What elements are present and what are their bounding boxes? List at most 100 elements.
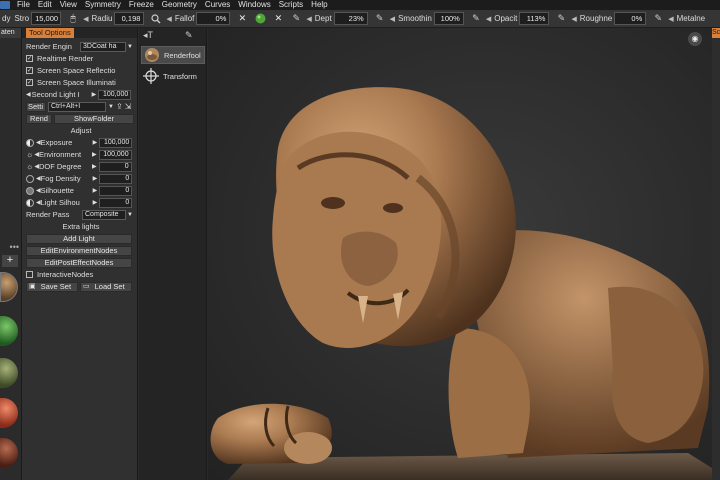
realtime-render-row[interactable]: ✓ Realtime Render [26,53,136,64]
second-light-field[interactable]: 100,000 [98,89,132,100]
pen-icon-5[interactable]: ✎ [652,13,664,25]
falloff-field[interactable]: 0% [196,12,231,25]
edit-post-effect-nodes-button[interactable]: EditPostEffectNodes [26,257,132,268]
light-silhouette-radio[interactable] [26,198,34,207]
ssi-checkbox[interactable]: ✓ [26,79,33,86]
metalness-arrow-icon[interactable]: ◀ [668,15,673,23]
radius-arrow-icon[interactable]: ◀ [83,15,88,23]
right-arrow-icon[interactable]: ▶ [93,187,98,194]
ssi-row[interactable]: ✓ Screen Space Illuminati [26,77,136,88]
roughness-arrow-icon[interactable]: ◀ [571,15,576,23]
exposure-radio[interactable] [26,138,34,147]
load-settings-button[interactable]: ▭ Load Set [80,281,132,292]
render-engine-dropdown[interactable]: 3DCoat ha [80,41,126,52]
stroke-field[interactable]: 15,000 [31,12,62,25]
cross-icon[interactable]: ✕ [272,13,284,25]
menu-symmetry[interactable]: Symmetry [81,0,125,10]
tool-item-renderfool[interactable]: Renderfool [141,46,205,64]
sun-icon-2[interactable]: ☼ [26,162,33,171]
edit-environment-nodes-button[interactable]: EditEnvironmentNodes [26,245,132,256]
3d-viewport[interactable]: ◉ [208,28,712,480]
more-options-icon[interactable]: ••• [10,242,19,252]
material-sphere-olive[interactable] [0,358,18,388]
pen-icon[interactable]: ✎ [290,13,302,25]
tab-scene[interactable]: Sc [712,28,720,38]
material-sphere-clay[interactable] [0,272,18,302]
camera-icon[interactable]: ◉ [688,32,702,46]
dof-field[interactable]: 0 [98,161,132,172]
left-arrow-icon[interactable]: ◀ [26,91,31,98]
environment-row: ☼ ◀ Environment ▶ 100,000 [26,149,136,160]
sun-icon[interactable]: ☼ [26,150,33,159]
export-icon[interactable]: ⇪ [116,102,123,111]
chevron-down-icon[interactable]: ▼ [127,212,133,218]
render-pass-dropdown[interactable]: Composite [82,209,126,220]
right-arrow-icon[interactable]: ▶ [92,91,97,98]
roughness-field[interactable]: 0% [614,12,647,25]
mouse-icon[interactable]: 🖱 [67,13,79,25]
menu-windows[interactable]: Windows [234,0,274,10]
depth-field[interactable]: 23% [333,12,368,25]
shortcut-field[interactable]: Ctrl+Alt+I [48,101,106,112]
menu-scripts[interactable]: Scripts [275,0,307,10]
tool-item-transform[interactable]: Transform [141,67,205,85]
environment-field[interactable]: 100,000 [98,149,132,160]
close-x-icon[interactable]: ✕ [236,13,248,25]
brush-icon[interactable]: ✎ [185,30,193,41]
right-arrow-icon[interactable]: ▶ [93,175,98,182]
menu-edit[interactable]: Edit [34,0,56,10]
add-light-button[interactable]: Add Light [26,233,132,244]
text-tool-icon[interactable]: ◂T [143,30,153,41]
light-silhouette-field[interactable]: 0 [99,197,133,208]
add-material-button[interactable]: + [2,255,18,267]
tab-tool-options[interactable]: Tool Options [26,28,74,38]
menu-file[interactable]: File [13,0,34,10]
exposure-field[interactable]: 100,000 [99,137,133,148]
opacity-arrow-icon[interactable]: ◀ [486,15,491,23]
pen-icon-2[interactable]: ✎ [374,13,386,25]
render-button[interactable]: Rend [26,113,52,124]
chevron-down-icon[interactable]: ▼ [108,104,114,110]
right-arrow-icon[interactable]: ▶ [92,163,97,170]
ssr-checkbox[interactable]: ✓ [26,67,33,74]
settings-button[interactable]: Setti [26,101,46,112]
radius-field[interactable]: 0,198 [114,12,145,25]
menu-help[interactable]: Help [307,0,331,10]
right-arrow-icon[interactable]: ▶ [92,151,97,158]
menu-freeze[interactable]: Freeze [125,0,158,10]
fog-radio[interactable] [26,174,34,183]
falloff-arrow-icon[interactable]: ◀ [166,15,171,23]
pen-icon-3[interactable]: ✎ [470,13,482,25]
fog-label: Fog Density [40,174,81,183]
smoothing-field[interactable]: 100% [433,12,464,25]
depth-arrow-icon[interactable]: ◀ [306,15,311,23]
interactive-nodes-row[interactable]: InteractiveNodes [26,269,136,280]
right-arrow-icon[interactable]: ▶ [93,199,98,206]
material-sphere-green[interactable] [0,316,18,346]
silhouette-radio[interactable] [26,186,34,195]
pen-icon-4[interactable]: ✎ [555,13,567,25]
green-ball-icon[interactable] [254,13,266,25]
save-settings-button[interactable]: ▣ Save Set [26,281,78,292]
silhouette-field[interactable]: 0 [99,185,133,196]
tool-list-panel: ◂T ✎ Renderfool Transform [139,28,207,480]
material-sphere-brown[interactable] [0,438,18,468]
material-sphere-red[interactable] [0,398,18,428]
interactive-nodes-checkbox[interactable] [26,271,33,278]
save-icon: ▣ [29,282,36,290]
fog-field[interactable]: 0 [99,173,133,184]
menu-view[interactable]: View [56,0,81,10]
show-folder-button[interactable]: ShowFolder [54,113,134,124]
menu-curves[interactable]: Curves [201,0,234,10]
materials-tab[interactable]: aten [0,28,21,38]
edit-post-row: EditPostEffectNodes [26,257,136,268]
realtime-render-checkbox[interactable]: ✓ [26,55,33,62]
right-arrow-icon[interactable]: ▶ [93,139,98,146]
smoothing-arrow-icon[interactable]: ◀ [390,15,395,23]
chevron-down-icon[interactable]: ▼ [127,44,133,50]
share-icon[interactable]: ⇲ [125,102,132,111]
menu-geometry[interactable]: Geometry [158,0,201,10]
opacity-field[interactable]: 113% [519,12,550,25]
ssr-row[interactable]: ✓ Screen Space Reflectio [26,65,136,76]
search-icon[interactable] [150,13,162,25]
